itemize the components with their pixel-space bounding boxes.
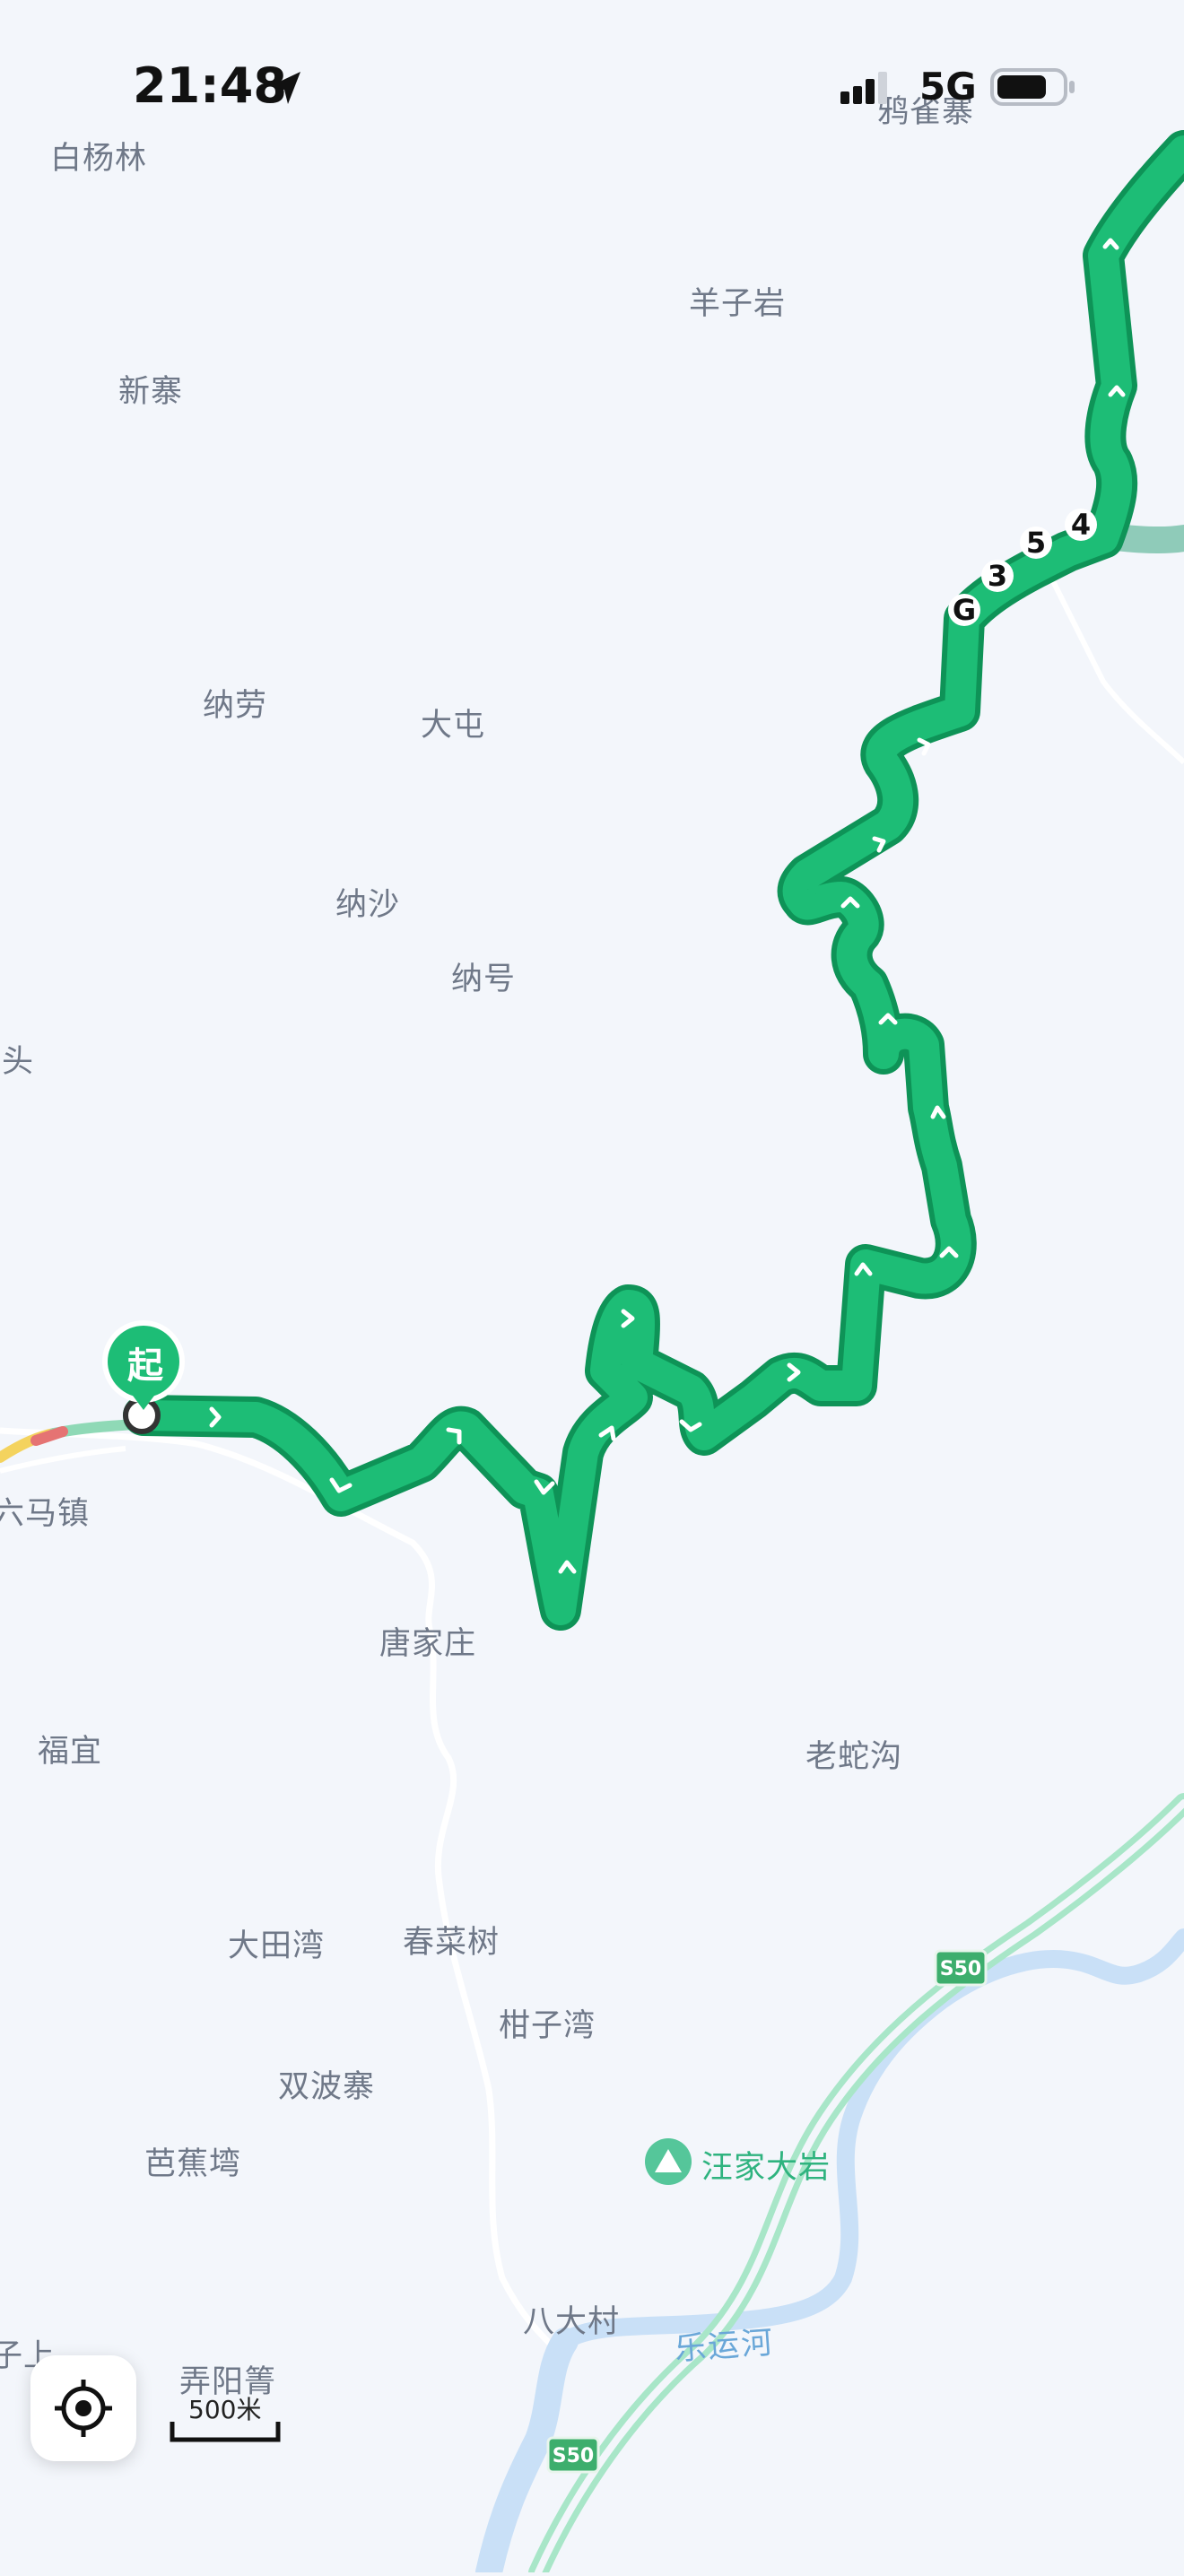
place-label-liumazhen[interactable]: 六马镇 xyxy=(0,1488,90,1534)
place-label-xinzhai[interactable]: 新寨 xyxy=(118,366,183,412)
svg-text:3: 3 xyxy=(988,559,1007,593)
place-label-bajiaowan[interactable]: 芭蕉塆 xyxy=(144,2138,241,2184)
svg-text:5: 5 xyxy=(1026,526,1046,560)
place-label-badacun[interactable]: 八大村 xyxy=(523,2296,620,2342)
battery-icon xyxy=(990,68,1075,106)
locate-button[interactable] xyxy=(30,2355,136,2461)
signal-icon xyxy=(840,72,887,104)
place-label-laoshegou[interactable]: 老蛇沟 xyxy=(805,1731,902,1777)
river-label: 乐运河 xyxy=(673,2325,776,2368)
place-label-datianwan[interactable]: 大田湾 xyxy=(228,1920,325,1966)
place-label-ganziwan[interactable]: 柑子湾 xyxy=(499,2000,596,2046)
start-marker-label[interactable]: 起 xyxy=(106,1336,185,1388)
svg-text:S50: S50 xyxy=(940,1958,981,1980)
place-label-chuncaishu[interactable]: 春菜树 xyxy=(403,1917,500,1962)
network-type: 5G xyxy=(919,65,977,109)
scale-label: 500米 xyxy=(188,2395,262,2424)
place-label-nalao[interactable]: 纳劳 xyxy=(203,680,267,726)
status-bar: 21:48 5G xyxy=(0,0,1184,179)
place-label-nasha[interactable]: 纳沙 xyxy=(335,879,400,925)
highway-shield-s50-2: S50 xyxy=(546,2436,600,2474)
location-arrow-icon xyxy=(270,72,300,104)
place-label-shuangbozhai[interactable]: 双波寨 xyxy=(278,2061,375,2107)
highway-shield-s50-1: S50 xyxy=(934,1949,988,1987)
locate-icon xyxy=(55,2380,112,2437)
svg-text:G: G xyxy=(953,593,976,627)
locate-button-icon xyxy=(55,2380,112,2437)
svg-text:S50: S50 xyxy=(553,2445,594,2467)
place-label-potou[interactable]: 坡头 xyxy=(0,1036,34,1082)
place-label-yangziyan[interactable]: 羊子岩 xyxy=(689,278,786,324)
place-label-fuyi[interactable]: 福宜 xyxy=(38,1726,102,1771)
mountain-icon[interactable] xyxy=(645,2138,692,2185)
place-label-tangjiazhuang[interactable]: 唐家庄 xyxy=(379,1618,476,1664)
place-label-nahao[interactable]: 纳号 xyxy=(451,953,516,999)
place-label-datun[interactable]: 大屯 xyxy=(421,700,485,745)
svg-text:4: 4 xyxy=(1071,508,1091,542)
poi-label[interactable]: 汪家大岩 xyxy=(701,2142,831,2188)
